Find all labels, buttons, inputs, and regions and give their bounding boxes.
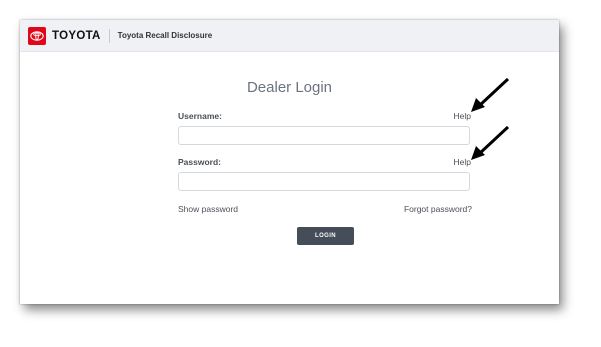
top-navigation-bar: TOYOTA Toyota Recall Disclosure: [20, 20, 559, 52]
password-help-link[interactable]: Help: [440, 157, 471, 167]
annotation-arrow-icon: [471, 125, 510, 160]
forgot-password-link[interactable]: Forgot password?: [400, 204, 472, 214]
login-button[interactable]: LOGIN: [297, 227, 354, 245]
annotation-arrow-icon: [471, 77, 510, 112]
toyota-logo-icon[interactable]: [28, 26, 46, 45]
password-label: Password:: [178, 157, 221, 167]
show-password-link[interactable]: Show password: [178, 204, 238, 214]
app-title: Toyota Recall Disclosure: [117, 31, 213, 40]
password-input[interactable]: [178, 172, 470, 191]
header-divider: [108, 28, 110, 43]
username-input[interactable]: [178, 126, 470, 145]
brand-name: TOYOTA: [52, 29, 101, 42]
username-label: Username:: [178, 111, 222, 121]
username-help-link[interactable]: Help: [440, 111, 471, 121]
